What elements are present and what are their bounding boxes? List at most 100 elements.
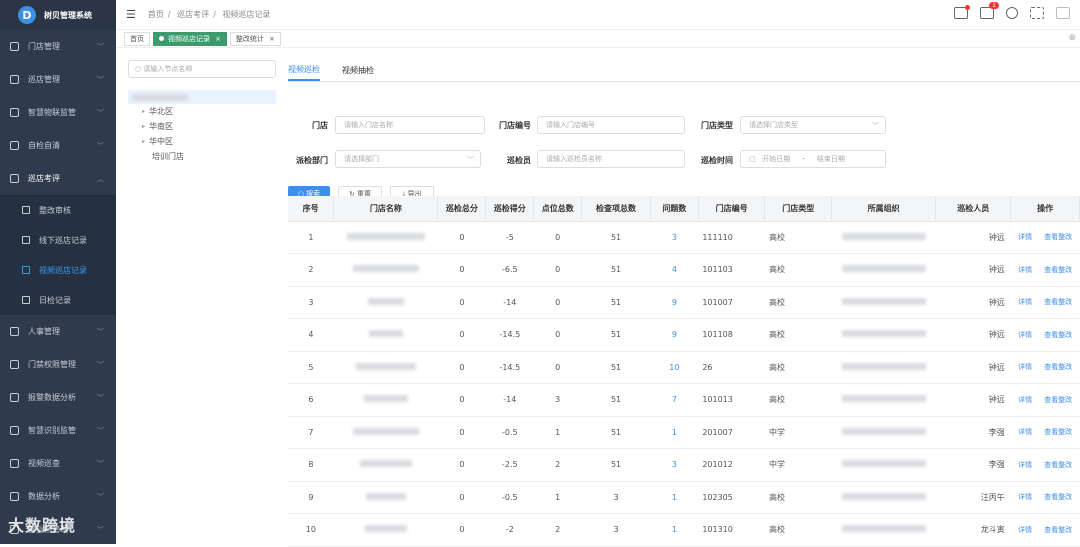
close-icon[interactable]: × <box>215 35 221 43</box>
view-fix-link[interactable]: 查看整改 <box>1044 233 1072 241</box>
tree-node[interactable]: 培训门店 <box>128 149 276 164</box>
mail-icon[interactable] <box>954 5 970 19</box>
detail-link[interactable]: 详情 <box>1018 233 1032 241</box>
detail-link[interactable]: 详情 <box>1018 363 1032 371</box>
inspector-input[interactable]: 请输入巡检员名称 <box>537 150 685 168</box>
cell-store-code: 102305 <box>698 481 765 514</box>
cell-issues-link[interactable]: 1 <box>650 416 699 449</box>
tab-home[interactable]: 首页 <box>124 31 150 46</box>
cell-no: 8 <box>288 448 334 482</box>
cell-issues-link[interactable]: 3 <box>650 448 699 482</box>
detail-link[interactable]: 详情 <box>1018 396 1032 404</box>
iot-icon <box>10 108 19 117</box>
avatar[interactable] <box>1056 7 1070 19</box>
sidebar-item[interactable]: 视频巡查 ﹀ <box>0 447 116 480</box>
logo-icon: D <box>18 6 36 24</box>
sidebar-item[interactable]: 门店管理 ﹀ <box>0 30 116 63</box>
sidebar-subitem[interactable]: 整改审核 <box>0 195 116 225</box>
tab-video-sample[interactable]: 视频抽检 <box>342 60 374 81</box>
cell-store-type: 高校 <box>764 253 832 287</box>
cell-issues-link[interactable]: 9 <box>650 318 699 352</box>
tree-search-input[interactable]: ○ 请输入节点名称 <box>128 60 276 78</box>
view-fix-link[interactable]: 查看整改 <box>1044 396 1072 404</box>
inspector-label: 巡检员 <box>507 156 531 165</box>
cell-person: 钟远 <box>935 286 1011 319</box>
detail-link[interactable]: 详情 <box>1018 266 1032 274</box>
cell-issues-link[interactable]: 1 <box>650 513 699 547</box>
column-header: 巡检总分 <box>437 196 487 222</box>
cell-no: 7 <box>288 416 334 449</box>
cell-store-type: 高校 <box>764 221 832 254</box>
sidebar-subitem[interactable]: 线下巡店记录 <box>0 225 116 255</box>
cell-person: 钟远 <box>935 351 1011 384</box>
cell-issues-link[interactable]: 10 <box>650 351 699 384</box>
cell-store-name <box>333 416 438 449</box>
detail-link[interactable]: 详情 <box>1018 298 1032 306</box>
sidebar-subitem[interactable]: 视频巡店记录 <box>0 255 116 285</box>
detail-link[interactable]: 详情 <box>1018 493 1032 501</box>
cell-issues-link[interactable]: 4 <box>650 253 699 287</box>
tree-node[interactable]: ▸ 华北区 <box>128 104 276 119</box>
sidebar-item[interactable]: 数据分析 ﹀ <box>0 480 116 513</box>
table-row: 7 0 -0.5 1 51 1 201007 中学 李强 详情 查看整改 <box>288 416 1080 449</box>
cell-issues-link[interactable]: 9 <box>650 286 699 319</box>
sidebar-item[interactable]: 自检自清 ﹀ <box>0 129 116 162</box>
tree-node[interactable]: ▸ 华南区 <box>128 119 276 134</box>
search-icon[interactable] <box>1006 7 1018 19</box>
tree-root[interactable] <box>128 90 276 104</box>
view-fix-link[interactable]: 查看整改 <box>1044 331 1072 339</box>
app-logo[interactable]: D 树贝管理系统 <box>0 0 116 30</box>
column-header: 点位总数 <box>533 196 583 222</box>
view-fix-link[interactable]: 查看整改 <box>1044 526 1072 534</box>
cell-store-code: 201012 <box>698 448 765 482</box>
tab-video-inspect[interactable]: 视频巡检 <box>288 60 320 81</box>
view-fix-link[interactable]: 查看整改 <box>1044 428 1072 436</box>
cell-operations: 详情 查看整改 <box>1010 416 1080 449</box>
column-header: 巡检人员 <box>935 196 1012 222</box>
sidebar-item[interactable]: 人事管理 ﹀ <box>0 315 116 348</box>
view-fix-link[interactable]: 查看整改 <box>1044 363 1072 371</box>
detail-link[interactable]: 详情 <box>1018 461 1032 469</box>
detail-link[interactable]: 详情 <box>1018 526 1032 534</box>
fullscreen-icon[interactable] <box>1030 7 1044 19</box>
view-fix-link[interactable]: 查看整改 <box>1044 266 1072 274</box>
store-icon <box>10 42 19 51</box>
detail-link[interactable]: 详情 <box>1018 428 1032 436</box>
view-fix-link[interactable]: 查看整改 <box>1044 493 1072 501</box>
detail-link[interactable]: 详情 <box>1018 331 1032 339</box>
date-range[interactable]: ▢ 开始日期 - 结束日期 <box>740 150 886 168</box>
tree-node[interactable]: ▸ 华中区 <box>128 134 276 149</box>
cell-issues-link[interactable]: 7 <box>650 383 699 417</box>
sidebar: D 树贝管理系统 门店管理 ﹀ 巡店管理 ﹀ 智慧物联监管 ﹀ 自检自清 ﹀ 巡店考评 ︿ 整改审… <box>0 0 116 544</box>
sidebar-item[interactable]: 巡店管理 ﹀ <box>0 63 116 96</box>
sidebar-subitem[interactable]: 日检记录 <box>0 285 116 315</box>
cell-issues-link[interactable]: 3 <box>650 221 699 254</box>
store-type-select[interactable]: 请选择门店类型 ﹀ <box>740 116 886 134</box>
sidebar-item[interactable]: 报警数据分析 ﹀ <box>0 381 116 414</box>
filter-form: 门店 请输入门店名称 门店编号 请输入门店编号 门店类型 请选择门店类型 ﹀ 派检… <box>288 82 1080 202</box>
breadcrumb-section[interactable]: 巡店考评 <box>177 10 209 19</box>
close-all-icon[interactable]: ⊗ <box>1068 33 1076 43</box>
tab-fix-stats[interactable]: 整改统计 × <box>229 31 281 46</box>
notification-icon[interactable]: 1 <box>980 2 999 19</box>
dept-select[interactable]: 请选择部门 ﹀ <box>335 150 481 168</box>
view-fix-link[interactable]: 查看整改 <box>1044 298 1072 306</box>
notification-badge: 1 <box>989 2 999 9</box>
cell-issues-link[interactable]: 1 <box>650 481 699 514</box>
store-input[interactable]: 请输入门店名称 <box>335 116 485 134</box>
tab-video-records[interactable]: 视频巡店记录 × <box>153 31 227 46</box>
close-icon[interactable]: × <box>269 35 275 43</box>
sidebar-item[interactable]: 智慧物联监管 ﹀ <box>0 96 116 129</box>
end-date[interactable]: 结束日期 <box>817 154 845 164</box>
menu-toggle-icon[interactable]: ☰ <box>126 8 136 21</box>
sidebar-item[interactable]: 门禁权限管理 ﹀ <box>0 348 116 381</box>
start-date[interactable]: 开始日期 <box>762 154 790 164</box>
sidebar-item[interactable]: 巡店考评 ︿ <box>0 162 116 195</box>
view-fix-link[interactable]: 查看整改 <box>1044 461 1072 469</box>
store-no-input[interactable]: 请输入门店编号 <box>537 116 685 134</box>
sidebar-item-label: 门店管理 <box>28 42 60 51</box>
breadcrumb-home[interactable]: 首页 <box>148 10 164 19</box>
sidebar-item[interactable]: 智慧识别监管 ﹀ <box>0 414 116 447</box>
cell-store-code: 101007 <box>698 286 765 319</box>
cell-score: -0.5 <box>485 416 534 449</box>
